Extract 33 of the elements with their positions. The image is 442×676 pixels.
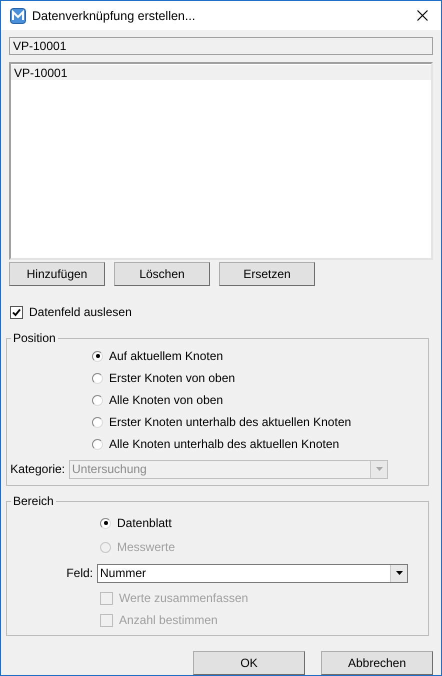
field-label: Feld: bbox=[65, 566, 93, 580]
read-only-field: VP-10001 bbox=[9, 37, 433, 55]
radio-button[interactable] bbox=[92, 372, 103, 384]
radio-label: Alle Knoten von oben bbox=[109, 393, 224, 407]
ok-button[interactable]: OK bbox=[193, 651, 305, 675]
radio-label: Datenblatt bbox=[117, 516, 172, 530]
radio-button[interactable] bbox=[100, 518, 111, 528]
radio-label: Alle Knoten unterhalb des aktuellen Knoten bbox=[109, 437, 340, 451]
radio-label: Erster Knoten von oben bbox=[109, 371, 236, 385]
checkbox[interactable] bbox=[10, 306, 23, 318]
radio-label: Auf aktuellem Knoten bbox=[109, 349, 224, 363]
radio-label: Erster Knoten unterhalb des aktuellen Knoten bbox=[109, 415, 352, 429]
field-label: Kategorie: bbox=[9, 462, 65, 476]
checkbox-label: Anzahl bestimmen bbox=[119, 613, 218, 627]
checkbox-label: Datenfeld auslesen bbox=[29, 305, 132, 319]
radio-button[interactable] bbox=[92, 438, 103, 450]
group-title: Bereich bbox=[12, 494, 55, 508]
dropdown-field[interactable]: Nummer bbox=[97, 564, 408, 582]
radio-button[interactable] bbox=[92, 350, 103, 362]
radio-label: Messwerte bbox=[117, 540, 176, 554]
group-title: Position bbox=[12, 331, 57, 345]
radio-button[interactable] bbox=[92, 416, 103, 428]
cancel-button[interactable]: Abbrechen bbox=[321, 651, 433, 675]
add-button[interactable]: Hinzufügen bbox=[9, 262, 105, 286]
close-icon[interactable] bbox=[417, 10, 428, 21]
window-title: Datenverknüpfung erstellen... bbox=[32, 8, 196, 22]
replace-button[interactable]: Ersetzen bbox=[219, 262, 315, 286]
checkbox-label: Werte zusammenfassen bbox=[119, 591, 248, 605]
delete-button[interactable]: Löschen bbox=[114, 262, 210, 286]
radio-button[interactable] bbox=[92, 394, 103, 406]
app-icon bbox=[10, 8, 26, 24]
list-item[interactable]: VP-10001 bbox=[11, 65, 431, 80]
dropdown-arrow-icon[interactable] bbox=[396, 571, 402, 575]
